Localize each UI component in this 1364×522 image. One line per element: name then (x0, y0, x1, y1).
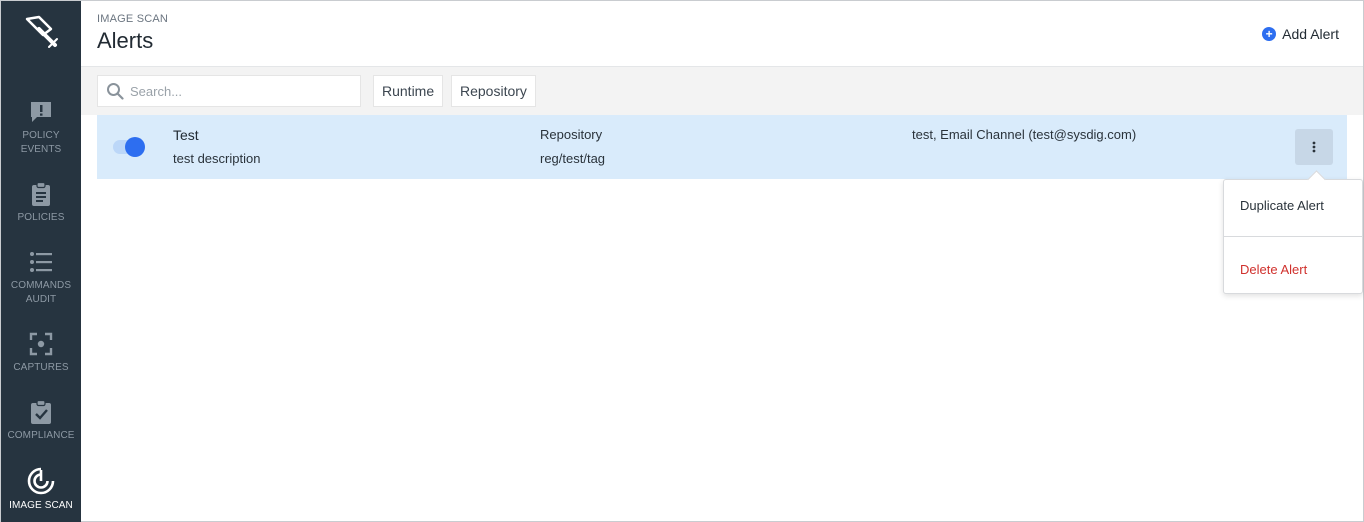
filter-repository-button[interactable]: Repository (451, 75, 536, 107)
clipboard-check-icon (31, 399, 51, 424)
toggle-knob (125, 137, 145, 157)
duplicate-alert-menu-item[interactable]: Duplicate Alert (1240, 198, 1324, 213)
alert-type: Repository (540, 127, 603, 142)
sidebar-item-compliance[interactable]: COMPLIANCE (1, 399, 81, 443)
sidebar-item-captures[interactable]: CAPTURES (1, 331, 81, 375)
sidebar-item-label: COMMANDS (10, 280, 72, 291)
table-row[interactable]: Test test description Repository reg/tes… (97, 115, 1347, 179)
search-input[interactable] (130, 83, 350, 99)
sidebar: POLICY EVENTS POLICIES COMMANDS AUDIT CA… (1, 1, 81, 522)
app-window: POLICY EVENTS POLICIES COMMANDS AUDIT CA… (0, 0, 1364, 522)
sidebar-item-label: CAPTURES (13, 362, 69, 373)
sidebar-item-label: POLICY (22, 130, 60, 141)
delete-alert-menu-item[interactable]: Delete Alert (1240, 262, 1307, 277)
sidebar-item-label: POLICIES (17, 212, 65, 223)
more-vertical-icon (1312, 141, 1316, 153)
filter-toolbar: Runtime Repository (81, 67, 1363, 115)
sidebar-item-policies[interactable]: POLICIES (1, 181, 81, 225)
main-content: IMAGE SCAN Alerts + Add Alert Runtime Re… (81, 1, 1363, 521)
target-scan-icon (27, 467, 55, 495)
clipboard-list-icon (32, 181, 50, 206)
row-actions-menu: Duplicate Alert Delete Alert (1223, 179, 1363, 294)
add-alert-button[interactable]: + Add Alert (1262, 26, 1339, 42)
sidebar-item-commands-audit[interactable]: COMMANDS AUDIT (1, 249, 81, 307)
chat-alert-icon (31, 102, 51, 122)
sidebar-item-image-scan[interactable]: IMAGE SCAN (1, 467, 81, 513)
search-box[interactable] (97, 75, 361, 107)
menu-divider (1224, 236, 1362, 237)
sidebar-item-label: EVENTS (20, 144, 62, 155)
alert-scope: reg/test/tag (540, 151, 606, 166)
alert-channels: test, Email Channel (test@sysdig.com) (912, 127, 1137, 142)
sidebar-item-label: AUDIT (25, 294, 57, 305)
sidebar-item-label: COMPLIANCE (7, 430, 75, 441)
sidebar-item-label: IMAGE SCAN (9, 500, 73, 511)
sysdig-logo[interactable] (21, 13, 61, 53)
sidebar-item-policy-events[interactable]: POLICY EVENTS (1, 99, 81, 157)
list-icon (30, 252, 52, 272)
page-overline: IMAGE SCAN (97, 13, 169, 25)
row-actions-button[interactable] (1295, 129, 1333, 165)
page-header: IMAGE SCAN Alerts + Add Alert (81, 1, 1363, 67)
filter-runtime-button[interactable]: Runtime (373, 75, 444, 107)
capture-focus-icon (29, 332, 53, 356)
alert-description: test description (173, 151, 261, 166)
search-icon (107, 83, 124, 100)
add-alert-label: Add Alert (1282, 26, 1339, 42)
alert-name: Test (173, 127, 199, 143)
page-title: Alerts (97, 28, 154, 53)
plus-circle-icon: + (1262, 27, 1277, 41)
